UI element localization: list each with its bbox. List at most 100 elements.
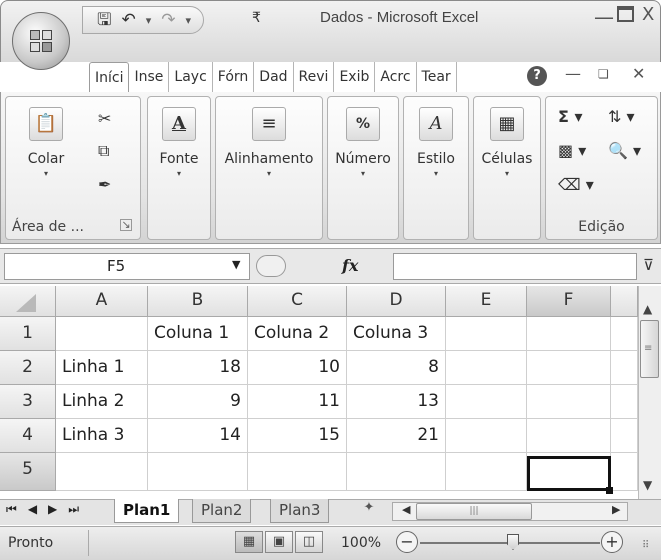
horizontal-scroll-thumb[interactable]: ||| [416, 503, 532, 520]
select-all-corner[interactable] [0, 286, 56, 317]
scroll-down-icon[interactable]: ▼ [643, 478, 652, 492]
close-button[interactable]: X [642, 4, 654, 25]
cell-b1[interactable]: Coluna 1 [148, 317, 248, 351]
minimize-button[interactable]: — [594, 5, 614, 29]
help-icon[interactable]: ? [527, 66, 547, 86]
doc-minimize-button[interactable]: — [565, 64, 581, 83]
tab-insert[interactable]: Inse [129, 62, 170, 92]
cell-d2[interactable]: 8 [347, 351, 446, 385]
tab-acrobat[interactable]: Acrc [375, 62, 417, 92]
cell-a1[interactable] [56, 317, 148, 351]
style-group[interactable]: A Estilo ▾ [403, 96, 469, 240]
tab-data[interactable]: Dad [254, 62, 294, 92]
save-icon[interactable]: 🖫 [97, 11, 111, 29]
column-header-c[interactable]: C [248, 286, 347, 317]
name-box-dropdown-icon[interactable]: ▼ [232, 258, 240, 271]
customize-qat-icon[interactable]: ₹ [252, 10, 261, 26]
cell-a2[interactable]: Linha 1 [56, 351, 148, 385]
doc-close-button[interactable]: ✕ [632, 64, 645, 83]
scroll-right-icon[interactable]: ▶ [612, 503, 620, 516]
normal-view-icon[interactable]: ▦ [235, 531, 263, 553]
cell-d3[interactable]: 13 [347, 385, 446, 419]
first-sheet-icon[interactable]: ⏮ [6, 502, 17, 517]
cell-d4[interactable]: 21 [347, 419, 446, 453]
sheet-tab-plan3[interactable]: Plan3 [270, 499, 330, 523]
alignment-group[interactable]: ≡ Alinhamento ▾ [215, 96, 323, 240]
copy-icon[interactable]: ⧉ [98, 141, 109, 161]
cell-g3[interactable] [611, 385, 638, 419]
row-header-1[interactable]: 1 [0, 317, 56, 351]
fill-handle[interactable] [606, 487, 613, 494]
column-header-d[interactable]: D [347, 286, 446, 317]
cell-b2[interactable]: 18 [148, 351, 248, 385]
cell-g2[interactable] [611, 351, 638, 385]
cell-e2[interactable] [446, 351, 527, 385]
column-header-f[interactable]: F [527, 286, 611, 317]
cell-a5[interactable] [56, 453, 148, 491]
cell-e5[interactable] [446, 453, 527, 491]
row-header-3[interactable]: 3 [0, 385, 56, 419]
maximize-button[interactable] [617, 6, 634, 22]
paste-button[interactable]: 📋 Colar ▾ [14, 107, 78, 178]
insert-sheet-icon[interactable]: ✦ [356, 500, 382, 520]
cut-icon[interactable]: ✂ [98, 109, 111, 128]
expand-formula-bar-icon[interactable]: ⊽ [643, 256, 654, 274]
cell-c2[interactable]: 10 [248, 351, 347, 385]
tab-team[interactable]: Tear [417, 62, 457, 92]
office-button[interactable] [12, 12, 70, 70]
row-header-2[interactable]: 2 [0, 351, 56, 385]
number-group[interactable]: % Número ▾ [327, 96, 399, 240]
cell-g1[interactable] [611, 317, 638, 351]
zoom-in-button[interactable]: + [601, 531, 623, 553]
sheet-tab-plan1[interactable]: Plan1 [114, 499, 180, 523]
cell-c3[interactable]: 11 [248, 385, 347, 419]
insert-function-button[interactable]: fx [342, 256, 358, 275]
column-header-a[interactable]: A [56, 286, 148, 317]
column-header-b[interactable]: B [148, 286, 248, 317]
scroll-up-icon[interactable]: ▲ [643, 302, 652, 316]
find-select-icon[interactable]: 🔍 ▾ [608, 141, 641, 160]
cell-f3[interactable] [527, 385, 611, 419]
scroll-left-icon[interactable]: ◀ [402, 503, 410, 516]
page-break-view-icon[interactable]: ◫ [295, 531, 323, 553]
last-sheet-icon[interactable]: ⏭ [68, 502, 79, 517]
cell-b3[interactable]: 9 [148, 385, 248, 419]
cell-c4[interactable]: 15 [248, 419, 347, 453]
cell-a4[interactable]: Linha 3 [56, 419, 148, 453]
vertical-scrollbar[interactable] [638, 286, 661, 499]
undo-dropdown-icon[interactable]: ▾ [146, 14, 152, 27]
page-layout-view-icon[interactable]: ▣ [265, 531, 293, 553]
fill-icon[interactable]: ▩ ▾ [558, 141, 586, 160]
cell-f4[interactable] [527, 419, 611, 453]
zoom-out-button[interactable]: − [396, 531, 418, 553]
cell-d1[interactable]: Coluna 3 [347, 317, 446, 351]
dialog-launcher-icon[interactable]: ↘ [120, 219, 132, 231]
cell-e3[interactable] [446, 385, 527, 419]
tab-review[interactable]: Revi [294, 62, 335, 92]
sort-filter-icon[interactable]: ⇅ ▾ [608, 107, 635, 126]
prev-sheet-icon[interactable]: ◀ [28, 502, 37, 517]
row-header-4[interactable]: 4 [0, 419, 56, 453]
cell-f1[interactable] [527, 317, 611, 351]
clear-icon[interactable]: ⌫ ▾ [558, 175, 594, 194]
cells-group[interactable]: ▦ Células ▾ [473, 96, 541, 240]
column-header-e[interactable]: E [446, 286, 527, 317]
cell-e1[interactable] [446, 317, 527, 351]
formula-input[interactable] [393, 253, 637, 280]
undo-icon[interactable]: ↶ [121, 11, 135, 29]
name-box[interactable]: F5 [4, 253, 250, 280]
tab-formulas[interactable]: Fórn [213, 62, 255, 92]
redo-dropdown-icon[interactable]: ▾ [186, 14, 192, 27]
cell-b5[interactable] [148, 453, 248, 491]
tab-page-layout[interactable]: Layc [169, 62, 213, 92]
cell-c1[interactable]: Coluna 2 [248, 317, 347, 351]
autosum-icon[interactable]: Σ ▾ [558, 107, 583, 126]
cell-a3[interactable]: Linha 2 [56, 385, 148, 419]
format-painter-icon[interactable]: ✒ [98, 175, 111, 194]
cell-e4[interactable] [446, 419, 527, 453]
next-sheet-icon[interactable]: ▶ [48, 502, 57, 517]
resize-grip-icon[interactable]: ⠿ [642, 540, 649, 551]
cell-b4[interactable]: 14 [148, 419, 248, 453]
redo-icon[interactable]: ↷ [161, 11, 175, 29]
cell-d5[interactable] [347, 453, 446, 491]
